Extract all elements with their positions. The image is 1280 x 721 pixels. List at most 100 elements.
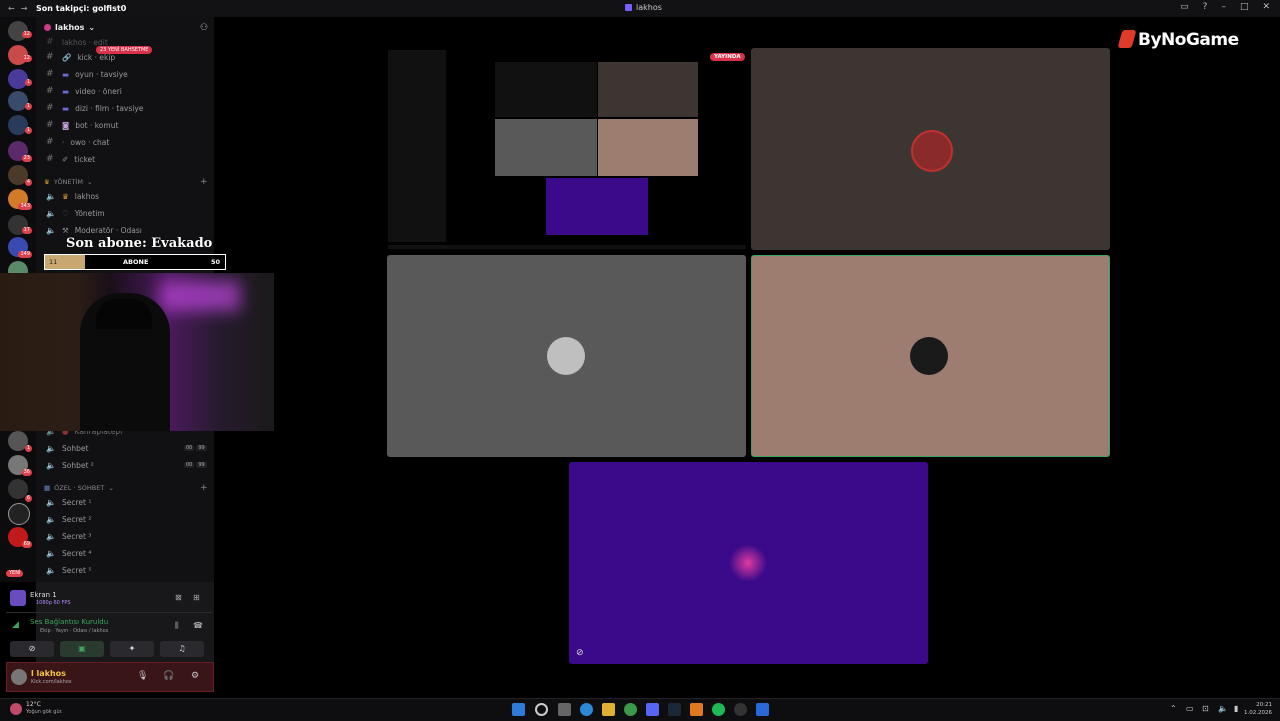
task-view-icon[interactable]	[558, 703, 571, 716]
battery-icon[interactable]: ▮	[1234, 704, 1238, 713]
clock[interactable]: 20:21 1.02.2026	[1244, 701, 1272, 717]
channel-item[interactable]: # ▬ video · öneri	[46, 86, 122, 96]
unread-badge: 1	[24, 445, 32, 452]
unread-badge: 149	[18, 251, 32, 258]
screen-share-icon	[10, 590, 26, 606]
server-icon[interactable]	[8, 503, 30, 525]
hash-icon: #	[46, 120, 54, 130]
hash-icon: #	[46, 37, 54, 47]
screen-share-preview[interactable]	[388, 50, 746, 250]
connection-detail[interactable]: Ekip · Yayın · Odası / lakhos	[40, 628, 108, 634]
unread-badge: 23	[21, 155, 32, 162]
goal-label: ABONE	[123, 258, 149, 266]
disconnect-icon[interactable]: ☎	[193, 621, 203, 630]
network-icon[interactable]: ⊡	[1202, 704, 1209, 713]
voice-channel[interactable]: 🔈 ♡ Yönetim	[46, 209, 105, 218]
voice-channel[interactable]: 🔈 Secret ⁵	[46, 566, 91, 575]
unread-badge: 69	[21, 541, 32, 548]
hash-icon: #	[46, 52, 54, 62]
temperature[interactable]: 12°C	[26, 701, 41, 708]
camera-off-button[interactable]: ⊘	[10, 641, 54, 657]
headphones-icon[interactable]: 🎧	[163, 671, 174, 681]
noise-suppression-icon[interactable]: ⫼	[175, 621, 179, 631]
channel-name: kick · ekip	[77, 52, 116, 62]
app-icon[interactable]	[756, 703, 769, 716]
voice-channel[interactable]: 🔈 ♛ lakhos	[46, 192, 99, 201]
hash-icon: #	[46, 69, 54, 79]
voice-channel[interactable]: 🔈 Secret ¹	[46, 498, 91, 507]
participant-tile[interactable]	[751, 48, 1110, 250]
new-badge[interactable]: YENİ	[6, 570, 24, 577]
chrome-icon[interactable]	[624, 703, 637, 716]
close-icon[interactable]: ✕	[1262, 2, 1270, 12]
weather-text[interactable]: Yoğun gök gür.	[26, 709, 63, 715]
participant-tile-speaking[interactable]	[751, 255, 1110, 457]
search-icon[interactable]	[535, 703, 548, 716]
edge-icon[interactable]	[580, 703, 593, 716]
guild-header[interactable]: lakhos ⌄	[44, 23, 95, 32]
voice-channel[interactable]: 🔈 Secret ³	[46, 532, 91, 541]
username[interactable]: l lakhos	[31, 669, 66, 678]
participant-avatar	[911, 130, 953, 172]
avatar[interactable]	[11, 669, 27, 685]
channel-item[interactable]: # ▬ dizi · film · tavsiye	[46, 103, 143, 113]
channel-name: lakhos	[74, 192, 100, 201]
discord-icon[interactable]	[646, 703, 659, 716]
count-limit: 99	[196, 462, 207, 468]
channel-item[interactable]: # ✐ ticket	[46, 154, 95, 164]
activities-button[interactable]: ✦	[110, 641, 154, 657]
back-arrow-icon[interactable]: ←	[8, 4, 15, 13]
voice-channel[interactable]: 🔈 ⚒ Moderatör · Odası	[46, 226, 142, 235]
channel-item[interactable]: # · owo · chat	[46, 137, 109, 147]
connection-status[interactable]: Ses Bağlantısı Kuruldu	[30, 618, 108, 626]
add-channel-icon[interactable]: +	[200, 483, 208, 493]
category-header[interactable]: ♛ YÖNETİM ⌄ +	[44, 177, 208, 187]
popout-icon[interactable]: ⊠	[175, 593, 182, 602]
forward-arrow-icon[interactable]: →	[21, 4, 28, 13]
channel-item[interactable]: # ◙ bot · komut	[46, 120, 118, 130]
channel-name: ticket	[74, 154, 96, 164]
participant-tile[interactable]	[387, 255, 746, 457]
participant-tile[interactable]	[569, 462, 928, 664]
hash-icon: #	[46, 154, 54, 164]
channel-item[interactable]: # ▬ oyun · tavsiye	[46, 69, 128, 79]
keyboard-icon[interactable]: ▭	[1186, 704, 1194, 713]
channel-item[interactable]: # 🔗 kick · ekip	[46, 52, 115, 62]
chevron-up-icon[interactable]: ⌃	[1170, 704, 1177, 713]
steam-icon[interactable]	[668, 703, 681, 716]
stream-mute-icon[interactable]: ⊘	[576, 648, 584, 658]
share-screen-button[interactable]: ▣	[60, 641, 104, 657]
inbox-icon[interactable]: ▭	[1180, 2, 1189, 12]
channel-name: dizi · film · tavsiye	[75, 103, 144, 113]
channel-name: Secret ²	[62, 515, 92, 524]
file-explorer-icon[interactable]	[602, 703, 615, 716]
microphone-icon[interactable]: 🎙	[137, 671, 148, 681]
crown-icon: ♛	[62, 192, 69, 201]
voice-channel[interactable]: 🔈 Sohbet ²	[46, 461, 94, 470]
obs-icon[interactable]	[734, 703, 747, 716]
maximize-icon[interactable]: □	[1240, 2, 1249, 12]
voice-channel[interactable]: 🔈 Secret ⁴	[46, 549, 91, 558]
category-header[interactable]: ▦ ÖZEL · SOHBET ⌄ +	[44, 483, 208, 493]
soundboard-button[interactable]: ♫	[160, 641, 204, 657]
fullscreen-icon[interactable]: ⊞	[193, 593, 200, 602]
add-channel-icon[interactable]: +	[200, 177, 208, 187]
goal-right-value: 50	[210, 258, 220, 266]
minimize-icon[interactable]: –	[1221, 2, 1226, 12]
voice-channel[interactable]: 🔈 Sohbet	[46, 444, 88, 453]
volume-icon[interactable]: 🔈	[1218, 704, 1228, 713]
channel-name: Moderatör · Odası	[74, 226, 142, 235]
server-icon[interactable]	[8, 69, 28, 89]
settings-gear-icon[interactable]: ⚙	[191, 671, 199, 681]
weather-icon[interactable]	[10, 703, 22, 715]
channel-name: Sohbet ²	[62, 461, 94, 470]
spotify-icon[interactable]	[712, 703, 725, 716]
count-limit: 99	[196, 445, 207, 451]
streamer-hat	[96, 299, 152, 329]
hash-icon: #	[46, 137, 54, 147]
voice-channel[interactable]: 🔈 Secret ²	[46, 515, 91, 524]
invite-icon[interactable]: ⚇	[200, 23, 208, 33]
windows-start-icon[interactable]	[512, 703, 525, 716]
app-icon[interactable]	[690, 703, 703, 716]
help-icon[interactable]: ?	[1203, 2, 1208, 12]
